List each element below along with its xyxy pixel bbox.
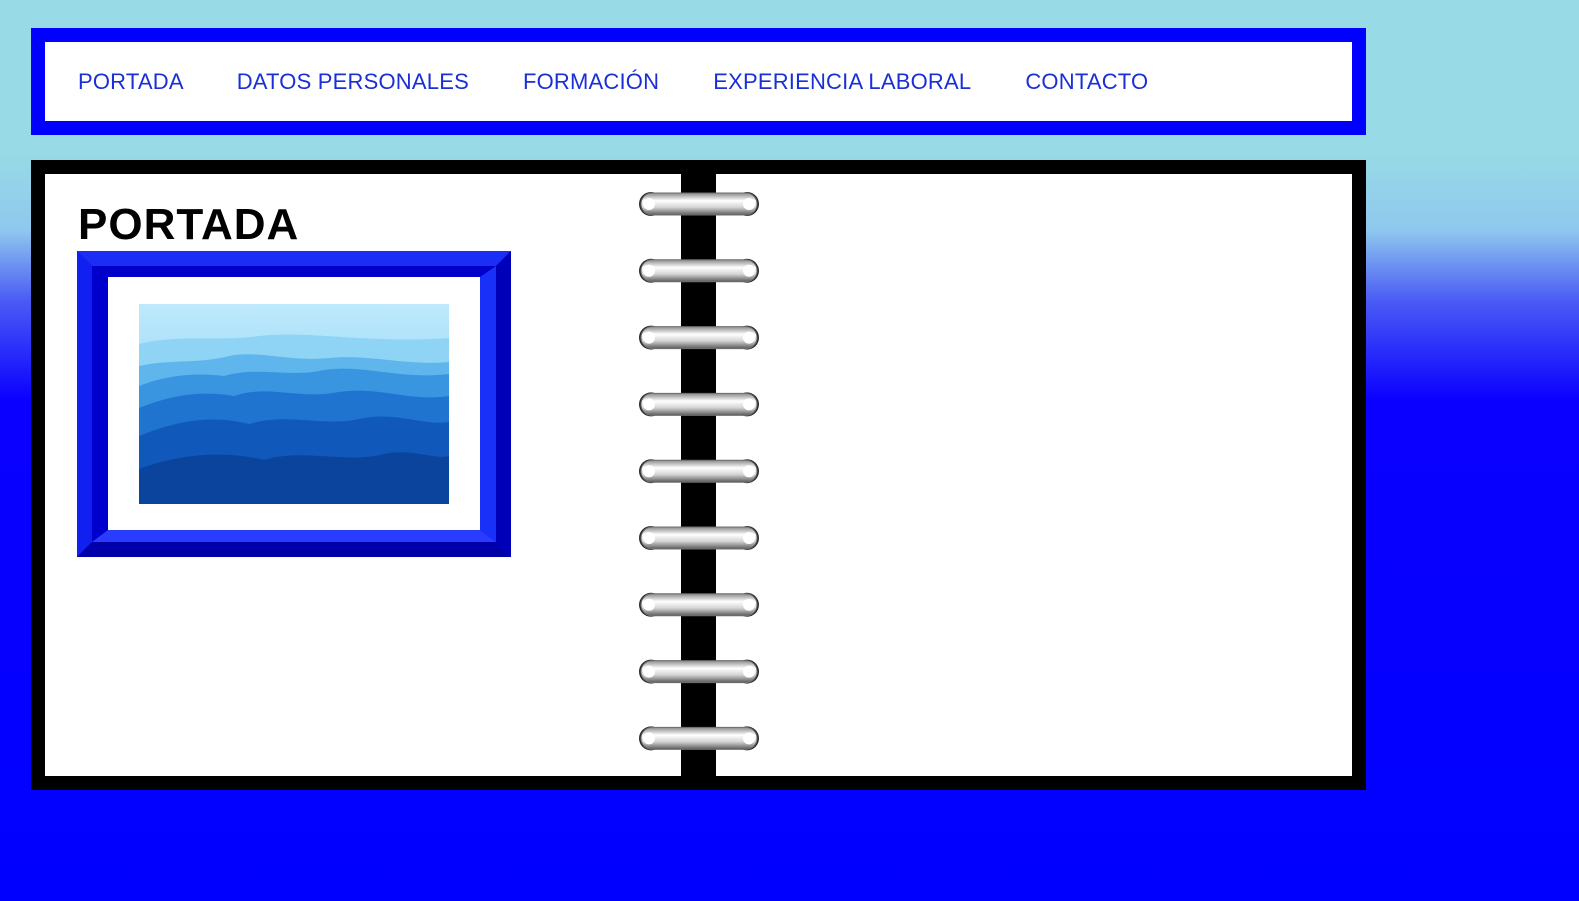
page-title: PORTADA [78,200,300,249]
spiral-ring [639,526,759,550]
spiral-ring [639,659,759,684]
main-navigation: PORTADA DATOS PERSONALES FORMACIÓN EXPER… [31,28,1366,135]
spiral-ring [639,726,759,751]
nav-link-formacion[interactable]: FORMACIÓN [523,69,659,95]
nav-link-datos-personales[interactable]: DATOS PERSONALES [237,69,469,95]
nav-link-contacto[interactable]: CONTACTO [1025,69,1148,95]
frame-mat [108,277,480,530]
mountain-landscape-image [139,304,449,504]
spiral-ring [639,592,759,617]
nav-link-portada[interactable]: PORTADA [78,69,184,95]
notebook-content-panel: PORTADA [31,160,1366,790]
spiral-ring [639,258,759,283]
nav-link-experiencia-laboral[interactable]: EXPERIENCIA LABORAL [713,69,971,95]
picture-frame [77,251,511,557]
spiral-ring [639,325,759,350]
spiral-ring [639,459,759,484]
spiral-ring [639,392,759,417]
spiral-ring [639,192,759,216]
